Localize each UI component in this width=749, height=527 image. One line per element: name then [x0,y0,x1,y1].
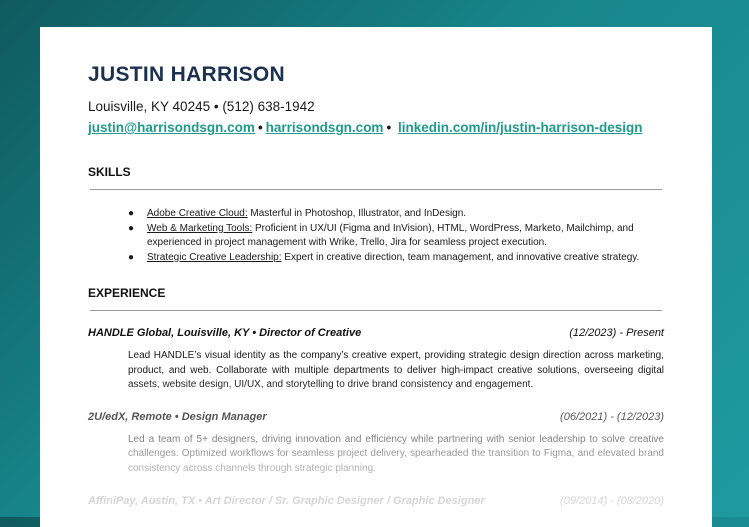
job-entry: 2U/edX, Remote • Design Manager (06/2021… [88,410,664,477]
email-link[interactable]: justin@harrisondsgn.com [88,120,255,135]
job-dates: (12/2023) - Present [569,327,664,339]
linkedin-link[interactable]: linkedin.com/in/justin-harrison-design [398,120,643,135]
job-header: 2U/edX, Remote • Design Manager (06/2021… [88,410,664,424]
link-separator: • [386,120,392,135]
skills-list: ● Adobe Creative Cloud: Masterful in Pho… [88,207,664,265]
contact-line: Louisville, KY 40245 • (512) 638-1942 [88,99,315,114]
bullet-icon: ● [128,251,135,263]
skill-item: ● Strategic Creative Leadership: Expert … [128,251,642,266]
link-separator: • [257,120,263,135]
job-header: AffiniPay, Austin, TX • Art Director / S… [88,494,664,508]
skill-label: Adobe Creative Cloud: [147,208,248,219]
section-title-skills: SKILLS [88,165,131,179]
candidate-name: JUSTIN HARRISON [88,63,286,86]
job-heading: 2U/edX, Remote • Design Manager [88,410,267,423]
bullet-icon: ● [128,222,135,234]
job-dates: (09/2014) - (08/2020) [560,495,664,507]
job-description: Lead HANDLE’s visual identity as the com… [128,350,664,390]
job-heading: AffiniPay, Austin, TX • Art Director / S… [88,495,485,507]
skill-text: Masterful in Photoshop, Illustrator, and… [247,208,467,219]
contact-links: justin@harrisondsgn.com • harrisondsgn.com… [88,119,664,136]
job-heading: HANDLE Global, Louisville, KY • Director… [88,327,362,339]
section-divider [90,189,662,190]
section-divider [90,310,662,311]
job-entry: AffiniPay, Austin, TX • Art Director / S… [88,494,664,508]
skill-item: ● Web & Marketing Tools: Proficient in U… [128,222,642,251]
resume-page: JUSTIN HARRISON Louisville, KY 40245 • (… [40,27,712,527]
job-dates: (06/2021) - (12/2023) [560,410,664,423]
skill-label: Web & Marketing Tools: [147,222,253,234]
website-link[interactable]: harrisondsgn.com [266,120,384,135]
job-entry: HANDLE Global, Louisville, KY • Director… [88,326,664,393]
job-header: HANDLE Global, Louisville, KY • Director… [88,326,664,340]
section-title-experience: EXPERIENCE [88,286,166,300]
skill-text: Expert in creative direction, team manag… [281,251,640,263]
skill-item: ● Adobe Creative Cloud: Masterful in Pho… [128,207,642,222]
bullet-icon: ● [128,208,135,219]
job-description: Led a team of 5+ designers, driving inno… [128,433,664,474]
skill-label: Strategic Creative Leadership: [147,251,282,263]
